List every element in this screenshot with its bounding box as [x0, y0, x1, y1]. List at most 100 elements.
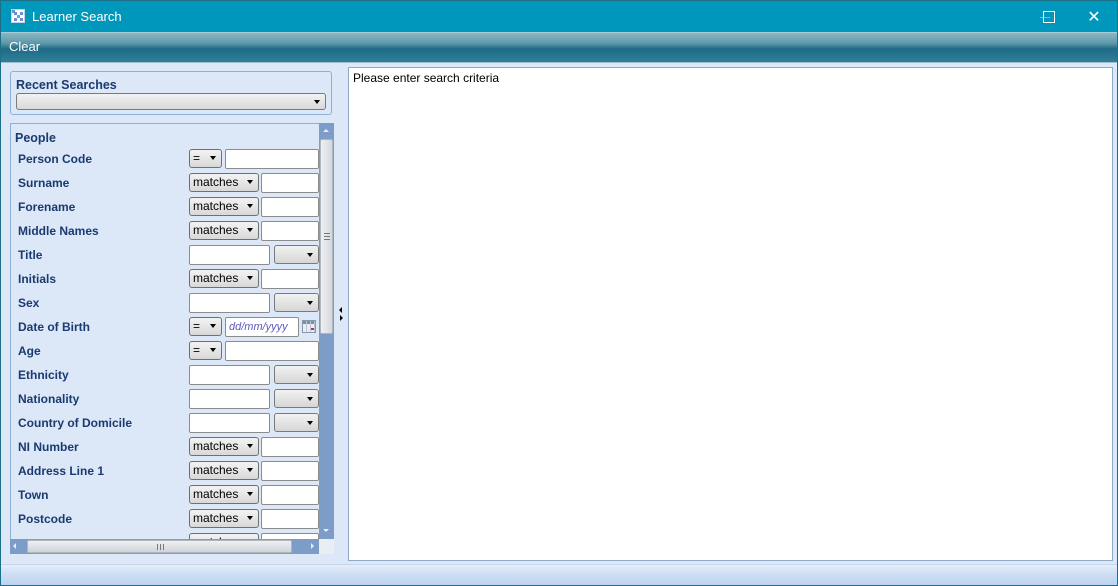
criteria-row-date-of-birth: Date of Birth = dd/mm/yyyy: [11, 315, 320, 339]
criteria-row-surname: Surname matches: [11, 171, 320, 195]
operator-value: matches: [193, 199, 239, 213]
value-input[interactable]: [189, 245, 270, 265]
operator-value: matches: [193, 175, 239, 189]
operator-dropdown[interactable]: matches: [189, 461, 259, 480]
scroll-corner: [319, 539, 334, 554]
value-input[interactable]: [261, 173, 319, 193]
people-section-label: People: [15, 131, 56, 145]
value-input[interactable]: [261, 197, 319, 217]
results-message: Please enter search criteria: [353, 71, 500, 85]
people-criteria-panel: People Person Code = Surname matches Forenam…: [10, 123, 320, 539]
chevron-down-icon: [247, 204, 253, 208]
recent-searches-group: Recent Searches: [10, 71, 332, 115]
operator-dropdown[interactable]: matches: [189, 485, 259, 504]
field-label: Middle Names: [18, 224, 99, 238]
scroll-up-icon[interactable]: [319, 123, 334, 138]
criteria-row-age: Age =: [11, 339, 320, 363]
maximize-button[interactable]: [1025, 1, 1071, 32]
operator-dropdown[interactable]: matches: [189, 221, 259, 240]
field-label: Date of Birth: [18, 320, 90, 334]
field-label: Ethnicity: [18, 368, 69, 382]
operator-dropdown[interactable]: matches: [189, 269, 259, 288]
operator-value: matches: [193, 463, 239, 477]
close-button[interactable]: ✕: [1071, 1, 1117, 32]
value-input[interactable]: [225, 149, 319, 169]
value-dropdown[interactable]: [274, 413, 319, 432]
chevron-down-icon: [314, 100, 320, 104]
horizontal-scrollbar[interactable]: [10, 539, 319, 554]
value-dropdown[interactable]: [274, 389, 319, 408]
operator-dropdown[interactable]: matches: [189, 437, 259, 456]
operator-value: =: [193, 151, 201, 165]
criteria-row-ni-number: NI Number matches: [11, 435, 320, 459]
chevron-down-icon: [247, 276, 253, 280]
recent-searches-label: Recent Searches: [16, 78, 117, 92]
chevron-down-icon: [210, 324, 216, 328]
date-input[interactable]: dd/mm/yyyy: [225, 317, 299, 337]
value-dropdown[interactable]: [274, 293, 319, 312]
operator-dropdown[interactable]: =: [189, 341, 222, 360]
recent-searches-dropdown[interactable]: [16, 93, 326, 110]
value-input[interactable]: [261, 269, 319, 289]
field-label: NI Number: [18, 440, 79, 454]
operator-value: =: [193, 343, 201, 357]
grip-icon: [324, 233, 330, 240]
panel-splitter[interactable]: [337, 301, 345, 331]
value-input[interactable]: [225, 341, 319, 361]
window-title: Learner Search: [32, 9, 122, 24]
field-label: Sex: [18, 296, 40, 310]
operator-value: matches: [193, 439, 239, 453]
field-label: Title: [18, 248, 43, 262]
criteria-row-middle-names: Middle Names matches: [11, 219, 320, 243]
criteria-row-forename: Forename matches: [11, 195, 320, 219]
criteria-row-town: Town matches: [11, 483, 320, 507]
criteria-row-title: Title: [11, 243, 320, 267]
criteria-row-address-line-1: Address Line 1 matches: [11, 459, 320, 483]
field-label: Country of Domicile: [18, 416, 133, 430]
field-label: Nationality: [18, 392, 80, 406]
status-bar: [1, 564, 1117, 585]
chevron-down-icon: [247, 180, 253, 184]
value-input[interactable]: [189, 365, 270, 385]
criteria-row-country-of-domicile: Country of Domicile: [11, 411, 320, 435]
title-bar: Learner Search ✕: [1, 1, 1117, 32]
vertical-scroll-thumb[interactable]: [320, 139, 333, 334]
field-label: Town: [18, 488, 49, 502]
operator-value: matches: [193, 223, 239, 237]
field-label: Age: [18, 344, 41, 358]
operator-dropdown[interactable]: =: [189, 317, 222, 336]
value-input[interactable]: [189, 413, 270, 433]
value-input[interactable]: [261, 509, 319, 529]
calendar-icon[interactable]: [302, 320, 316, 333]
value-input[interactable]: [189, 389, 270, 409]
value-input[interactable]: [261, 221, 319, 241]
value-input[interactable]: [261, 461, 319, 481]
operator-value: matches: [193, 271, 239, 285]
field-label: Initials: [18, 272, 57, 286]
scroll-down-icon[interactable]: [319, 524, 334, 539]
chevron-down-icon: [307, 397, 313, 401]
vertical-scrollbar[interactable]: [319, 123, 334, 539]
criteria-row-nationality: Nationality: [11, 387, 320, 411]
scroll-right-icon[interactable]: [311, 543, 314, 549]
operator-dropdown[interactable]: matches: [189, 509, 259, 528]
criteria-row-initials: Initials matches: [11, 267, 320, 291]
value-input[interactable]: [261, 485, 319, 505]
toolbar: Clear: [1, 32, 1117, 63]
operator-dropdown[interactable]: =: [189, 149, 222, 168]
horizontal-scroll-thumb[interactable]: [27, 540, 292, 553]
value-dropdown[interactable]: [274, 245, 319, 264]
operator-value: =: [193, 319, 201, 333]
value-input[interactable]: [189, 293, 270, 313]
operator-value: matches: [193, 511, 239, 525]
chevron-down-icon: [247, 444, 253, 448]
scroll-left-icon[interactable]: [13, 543, 16, 549]
chevron-down-icon: [247, 468, 253, 472]
chevron-down-icon: [247, 492, 253, 496]
value-input[interactable]: [261, 437, 319, 457]
clear-button[interactable]: Clear: [9, 39, 40, 54]
app-icon: [11, 9, 25, 23]
operator-dropdown[interactable]: matches: [189, 173, 259, 192]
operator-dropdown[interactable]: matches: [189, 197, 259, 216]
value-dropdown[interactable]: [274, 365, 319, 384]
